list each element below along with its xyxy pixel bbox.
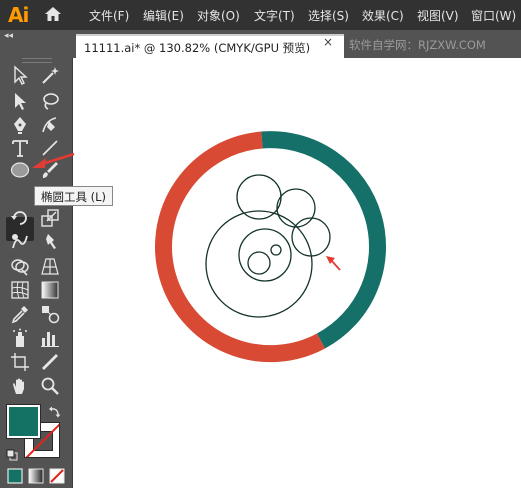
- type-icon[interactable]: [10, 138, 30, 158]
- symbol-sprayer-icon[interactable]: [10, 328, 30, 348]
- none-mode-icon[interactable]: [49, 468, 65, 484]
- ellipse-icon[interactable]: [10, 160, 30, 180]
- canvas-arrow-annotation: [330, 259, 341, 271]
- app-logo: Ai: [8, 3, 29, 27]
- slice-icon[interactable]: [40, 352, 60, 372]
- home-icon[interactable]: [43, 5, 63, 27]
- small-circle[interactable]: [247, 251, 271, 275]
- tiny-circle[interactable]: [270, 244, 282, 256]
- menu-edit[interactable]: 编辑(E): [143, 7, 184, 24]
- eyedropper-icon[interactable]: [10, 304, 30, 324]
- artboard-icon[interactable]: [10, 352, 30, 372]
- warp-icon[interactable]: [10, 232, 30, 252]
- hand-icon[interactable]: [10, 376, 30, 396]
- zoom-icon[interactable]: [40, 376, 60, 396]
- gradient-mode-icon[interactable]: [28, 468, 44, 484]
- panel-grip[interactable]: [22, 58, 52, 63]
- shape-builder-icon[interactable]: [10, 256, 30, 276]
- top-right-circle[interactable]: [276, 188, 316, 228]
- tab-close-icon[interactable]: ×: [323, 35, 333, 49]
- mesh-icon[interactable]: [10, 280, 30, 300]
- document-tab[interactable]: 11111.ai* @ 130.82% (CMYK/GPU 预览): [76, 34, 344, 58]
- menu-type[interactable]: 文字(T): [254, 7, 295, 24]
- blend-icon[interactable]: [40, 304, 60, 324]
- direct-selection-icon[interactable]: [10, 91, 30, 111]
- puppet-warp-icon[interactable]: [40, 232, 60, 252]
- menu-window[interactable]: 窗口(W): [471, 7, 516, 24]
- menu-object[interactable]: 对象(O): [197, 7, 240, 24]
- document-tab-title: 11111.ai* @ 130.82% (CMYK/GPU 预览): [84, 41, 311, 55]
- menu-bar: Ai 文件(F) 编辑(E) 对象(O) 文字(T) 选择(S) 效果(C) 视…: [0, 0, 521, 30]
- pen-icon[interactable]: [10, 115, 30, 135]
- menu-file[interactable]: 文件(F): [89, 7, 129, 24]
- canvas-artwork: [155, 131, 386, 363]
- watermark-text: 软件自学网：RJZXW.COM: [349, 38, 486, 52]
- perspective-grid-icon[interactable]: [40, 256, 60, 276]
- rotate-icon[interactable]: [10, 208, 30, 228]
- column-graph-icon[interactable]: [40, 328, 60, 348]
- curvature-icon[interactable]: [40, 115, 60, 135]
- menu-view[interactable]: 视图(V): [417, 7, 459, 24]
- fill-swatch[interactable]: [6, 404, 41, 439]
- ring-red-segment[interactable]: [155, 131, 325, 363]
- selection-icon[interactable]: [10, 65, 30, 85]
- color-mode-icon[interactable]: [7, 468, 23, 484]
- collapse-panel-button[interactable]: ◂◂: [4, 31, 13, 41]
- scale-icon[interactable]: [40, 208, 60, 228]
- default-colors-icon[interactable]: [6, 446, 18, 461]
- medium-circle[interactable]: [238, 228, 292, 282]
- magic-wand-icon[interactable]: [40, 65, 60, 85]
- pointer-arrow-annotation: [32, 152, 75, 168]
- menu-select[interactable]: 选择(S): [308, 7, 349, 24]
- menu-effect[interactable]: 效果(C): [362, 7, 404, 24]
- top-circle[interactable]: [236, 174, 282, 220]
- gradient-icon[interactable]: [40, 280, 60, 300]
- swap-icon[interactable]: [48, 404, 62, 418]
- lasso-icon[interactable]: [40, 91, 60, 111]
- right-circle[interactable]: [291, 217, 331, 257]
- ring-teal-segment[interactable]: [261, 131, 386, 349]
